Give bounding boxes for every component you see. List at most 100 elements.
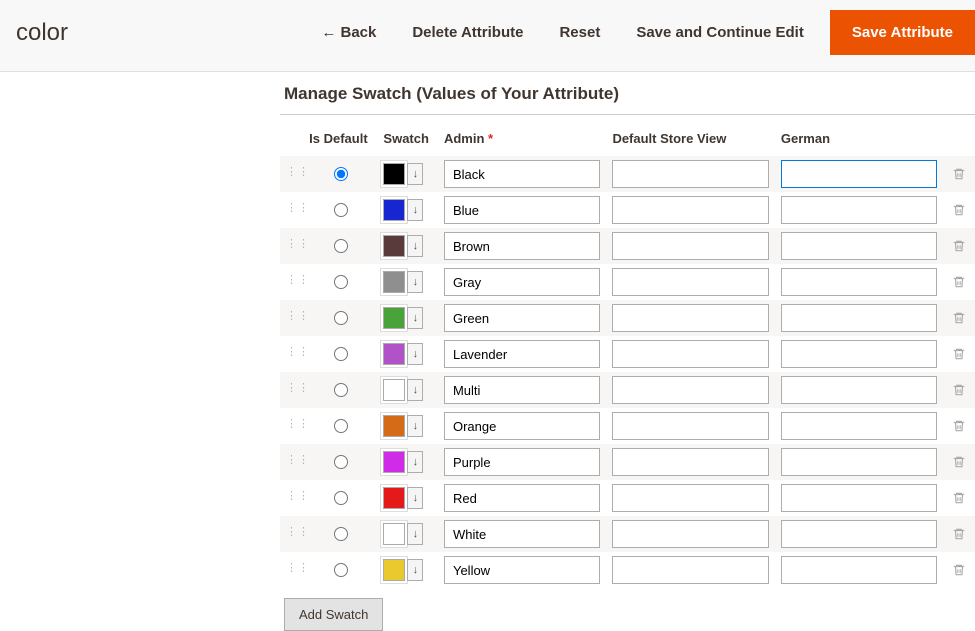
delete-row-icon[interactable] (950, 199, 968, 221)
is-default-radio[interactable] (334, 311, 348, 325)
german-input[interactable] (781, 448, 937, 476)
swatch-dropdown-icon[interactable] (407, 451, 423, 473)
is-default-radio[interactable] (334, 563, 348, 577)
default-store-input[interactable] (612, 376, 768, 404)
german-input[interactable] (781, 520, 937, 548)
is-default-radio[interactable] (334, 275, 348, 289)
admin-value-input[interactable] (444, 520, 600, 548)
default-store-input[interactable] (612, 484, 768, 512)
delete-row-icon[interactable] (950, 451, 968, 473)
default-store-input[interactable] (612, 232, 768, 260)
swatch-dropdown-icon[interactable] (407, 523, 423, 545)
swatch-dropdown-icon[interactable] (407, 559, 423, 581)
is-default-radio[interactable] (334, 383, 348, 397)
admin-value-input[interactable] (444, 484, 600, 512)
german-input[interactable] (781, 556, 937, 584)
german-input[interactable] (781, 268, 937, 296)
german-input[interactable] (781, 196, 937, 224)
swatch-color-chip[interactable] (383, 343, 405, 365)
swatch-color-chip[interactable] (383, 379, 405, 401)
swatch-dropdown-icon[interactable] (407, 199, 423, 221)
back-button[interactable]: Back (303, 12, 394, 53)
drag-handle-icon[interactable] (286, 170, 296, 186)
default-store-input[interactable] (612, 520, 768, 548)
add-swatch-button[interactable]: Add Swatch (284, 598, 383, 631)
drag-handle-icon[interactable] (286, 458, 296, 474)
swatch-dropdown-icon[interactable] (407, 379, 423, 401)
german-input[interactable] (781, 412, 937, 440)
admin-value-input[interactable] (444, 304, 600, 332)
swatch-color-chip[interactable] (383, 163, 405, 185)
drag-handle-icon[interactable] (286, 530, 296, 546)
swatch-dropdown-icon[interactable] (407, 343, 423, 365)
default-store-input[interactable] (612, 556, 768, 584)
delete-row-icon[interactable] (950, 559, 968, 581)
delete-row-icon[interactable] (950, 343, 968, 365)
reset-button[interactable]: Reset (541, 12, 618, 53)
drag-handle-icon[interactable] (286, 566, 296, 582)
swatch-color-chip[interactable] (383, 307, 405, 329)
german-input[interactable] (781, 484, 937, 512)
swatch-color-chip[interactable] (383, 235, 405, 257)
swatch-dropdown-icon[interactable] (407, 307, 423, 329)
delete-attribute-button[interactable]: Delete Attribute (394, 12, 541, 53)
german-input[interactable] (781, 232, 937, 260)
default-store-input[interactable] (612, 160, 768, 188)
admin-value-input[interactable] (444, 196, 600, 224)
delete-row-icon[interactable] (950, 307, 968, 329)
drag-handle-icon[interactable] (286, 206, 296, 222)
german-input[interactable] (781, 160, 937, 188)
delete-row-icon[interactable] (950, 271, 968, 293)
swatch-color-chip[interactable] (383, 523, 405, 545)
swatch-color-chip[interactable] (383, 271, 405, 293)
swatch-dropdown-icon[interactable] (407, 487, 423, 509)
swatch-dropdown-icon[interactable] (407, 163, 423, 185)
drag-handle-icon[interactable] (286, 242, 296, 258)
admin-value-input[interactable] (444, 556, 600, 584)
delete-row-icon[interactable] (950, 379, 968, 401)
default-store-input[interactable] (612, 340, 768, 368)
german-input[interactable] (781, 304, 937, 332)
is-default-radio[interactable] (334, 167, 348, 181)
admin-value-input[interactable] (444, 160, 600, 188)
drag-handle-icon[interactable] (286, 386, 296, 402)
drag-handle-icon[interactable] (286, 422, 296, 438)
drag-handle-icon[interactable] (286, 350, 296, 366)
is-default-radio[interactable] (334, 419, 348, 433)
save-attribute-button[interactable]: Save Attribute (830, 10, 975, 55)
drag-handle-icon[interactable] (286, 278, 296, 294)
delete-row-icon[interactable] (950, 487, 968, 509)
delete-row-icon[interactable] (950, 163, 968, 185)
is-default-radio[interactable] (334, 203, 348, 217)
admin-value-input[interactable] (444, 232, 600, 260)
swatch-color-chip[interactable] (383, 487, 405, 509)
is-default-radio[interactable] (334, 455, 348, 469)
is-default-radio[interactable] (334, 491, 348, 505)
drag-handle-icon[interactable] (286, 494, 296, 510)
delete-row-icon[interactable] (950, 523, 968, 545)
delete-row-icon[interactable] (950, 235, 968, 257)
default-store-input[interactable] (612, 448, 768, 476)
default-store-input[interactable] (612, 304, 768, 332)
admin-value-input[interactable] (444, 340, 600, 368)
default-store-input[interactable] (612, 196, 768, 224)
admin-value-input[interactable] (444, 412, 600, 440)
admin-value-input[interactable] (444, 376, 600, 404)
delete-row-icon[interactable] (950, 415, 968, 437)
swatch-color-chip[interactable] (383, 415, 405, 437)
default-store-input[interactable] (612, 268, 768, 296)
is-default-radio[interactable] (334, 239, 348, 253)
german-input[interactable] (781, 376, 937, 404)
is-default-radio[interactable] (334, 527, 348, 541)
drag-handle-icon[interactable] (286, 314, 296, 330)
is-default-radio[interactable] (334, 347, 348, 361)
swatch-dropdown-icon[interactable] (407, 271, 423, 293)
admin-value-input[interactable] (444, 448, 600, 476)
swatch-color-chip[interactable] (383, 451, 405, 473)
swatch-color-chip[interactable] (383, 199, 405, 221)
german-input[interactable] (781, 340, 937, 368)
default-store-input[interactable] (612, 412, 768, 440)
swatch-dropdown-icon[interactable] (407, 235, 423, 257)
swatch-dropdown-icon[interactable] (407, 415, 423, 437)
save-continue-button[interactable]: Save and Continue Edit (618, 12, 822, 53)
